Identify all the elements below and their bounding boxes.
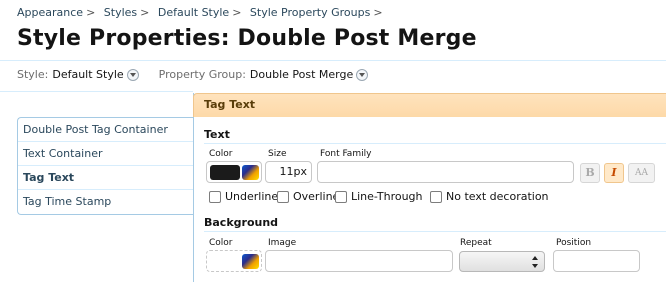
font-family-input[interactable] xyxy=(317,161,574,183)
background-color-label: Color xyxy=(209,238,233,248)
sidebar-item-tag-time-stamp[interactable]: Tag Time Stamp xyxy=(18,190,194,214)
property-sidebar: Double Post Tag Container Text Container… xyxy=(17,117,194,215)
page-title: Style Properties: Double Post Merge xyxy=(17,26,477,51)
style-chevron-down-icon[interactable] xyxy=(126,68,139,81)
breadcrumb-item-default-style[interactable]: Default Style xyxy=(158,6,229,19)
property-group-chevron-down-icon[interactable] xyxy=(356,68,369,81)
sidebar-item-text-container[interactable]: Text Container xyxy=(18,142,194,166)
font-size-input[interactable]: 11px xyxy=(265,161,312,183)
breadcrumb-item-styles[interactable]: Styles xyxy=(104,6,137,19)
property-group-selector-label: Property Group: xyxy=(158,68,246,81)
background-color-field[interactable] xyxy=(206,250,262,272)
background-image-label: Image xyxy=(268,238,297,248)
no-decoration-checkbox[interactable] xyxy=(430,191,442,203)
breadcrumb-separator: > xyxy=(140,6,150,19)
background-section-title: Background xyxy=(204,216,279,229)
bold-icon: B xyxy=(585,166,595,179)
text-section-title: Text xyxy=(204,128,230,141)
selector-row: Style: Default Style Property Group: Dou… xyxy=(17,68,369,81)
overline-checkbox[interactable] xyxy=(277,191,289,203)
small-caps-button[interactable]: AA xyxy=(628,163,655,183)
line-through-checkbox[interactable] xyxy=(335,191,347,203)
italic-button[interactable]: I xyxy=(604,163,624,183)
background-repeat-select[interactable] xyxy=(459,251,545,272)
background-position-input[interactable] xyxy=(553,250,640,272)
breadcrumb-item-style-property-groups[interactable]: Style Property Groups xyxy=(250,6,370,19)
select-arrows-icon xyxy=(532,256,539,268)
underline-label: Underline xyxy=(225,190,279,203)
small-caps-icon: AA xyxy=(635,168,648,178)
text-color-field[interactable] xyxy=(206,161,262,183)
font-family-label: Font Family xyxy=(320,149,372,159)
sidebar-divider xyxy=(0,91,193,92)
breadcrumb: Appearance > Styles > Default Style > Style… xyxy=(17,6,388,19)
property-group-selector-value[interactable]: Double Post Merge xyxy=(250,68,353,81)
background-position-label: Position xyxy=(556,238,592,248)
background-image-input[interactable] xyxy=(265,250,453,272)
text-section-divider xyxy=(204,143,666,144)
overline-label: Overline xyxy=(293,190,340,203)
breadcrumb-separator: > xyxy=(373,6,383,19)
line-through-label: Line-Through xyxy=(351,190,423,203)
breadcrumb-separator: > xyxy=(86,6,96,19)
sidebar-item-double-post-tag-container[interactable]: Double Post Tag Container xyxy=(18,118,194,142)
text-color-swatch xyxy=(210,165,240,180)
no-decoration-label: No text decoration xyxy=(446,190,549,203)
background-section-divider xyxy=(204,231,666,232)
italic-icon: I xyxy=(611,166,617,179)
color-picker-icon[interactable] xyxy=(242,254,259,269)
underline-checkbox[interactable] xyxy=(209,191,221,203)
text-color-label: Color xyxy=(209,149,233,159)
sidebar-item-tag-text[interactable]: Tag Text xyxy=(18,166,194,190)
breadcrumb-item-appearance[interactable]: Appearance xyxy=(17,6,83,19)
text-size-label: Size xyxy=(268,149,287,159)
title-divider xyxy=(0,60,666,61)
breadcrumb-separator: > xyxy=(232,6,242,19)
color-picker-icon[interactable] xyxy=(242,165,259,180)
panel-header: Tag Text xyxy=(193,93,666,117)
style-selector-value[interactable]: Default Style xyxy=(52,68,123,81)
bold-button[interactable]: B xyxy=(580,163,600,183)
background-repeat-label: Repeat xyxy=(460,238,492,248)
style-selector-label: Style: xyxy=(17,68,49,81)
